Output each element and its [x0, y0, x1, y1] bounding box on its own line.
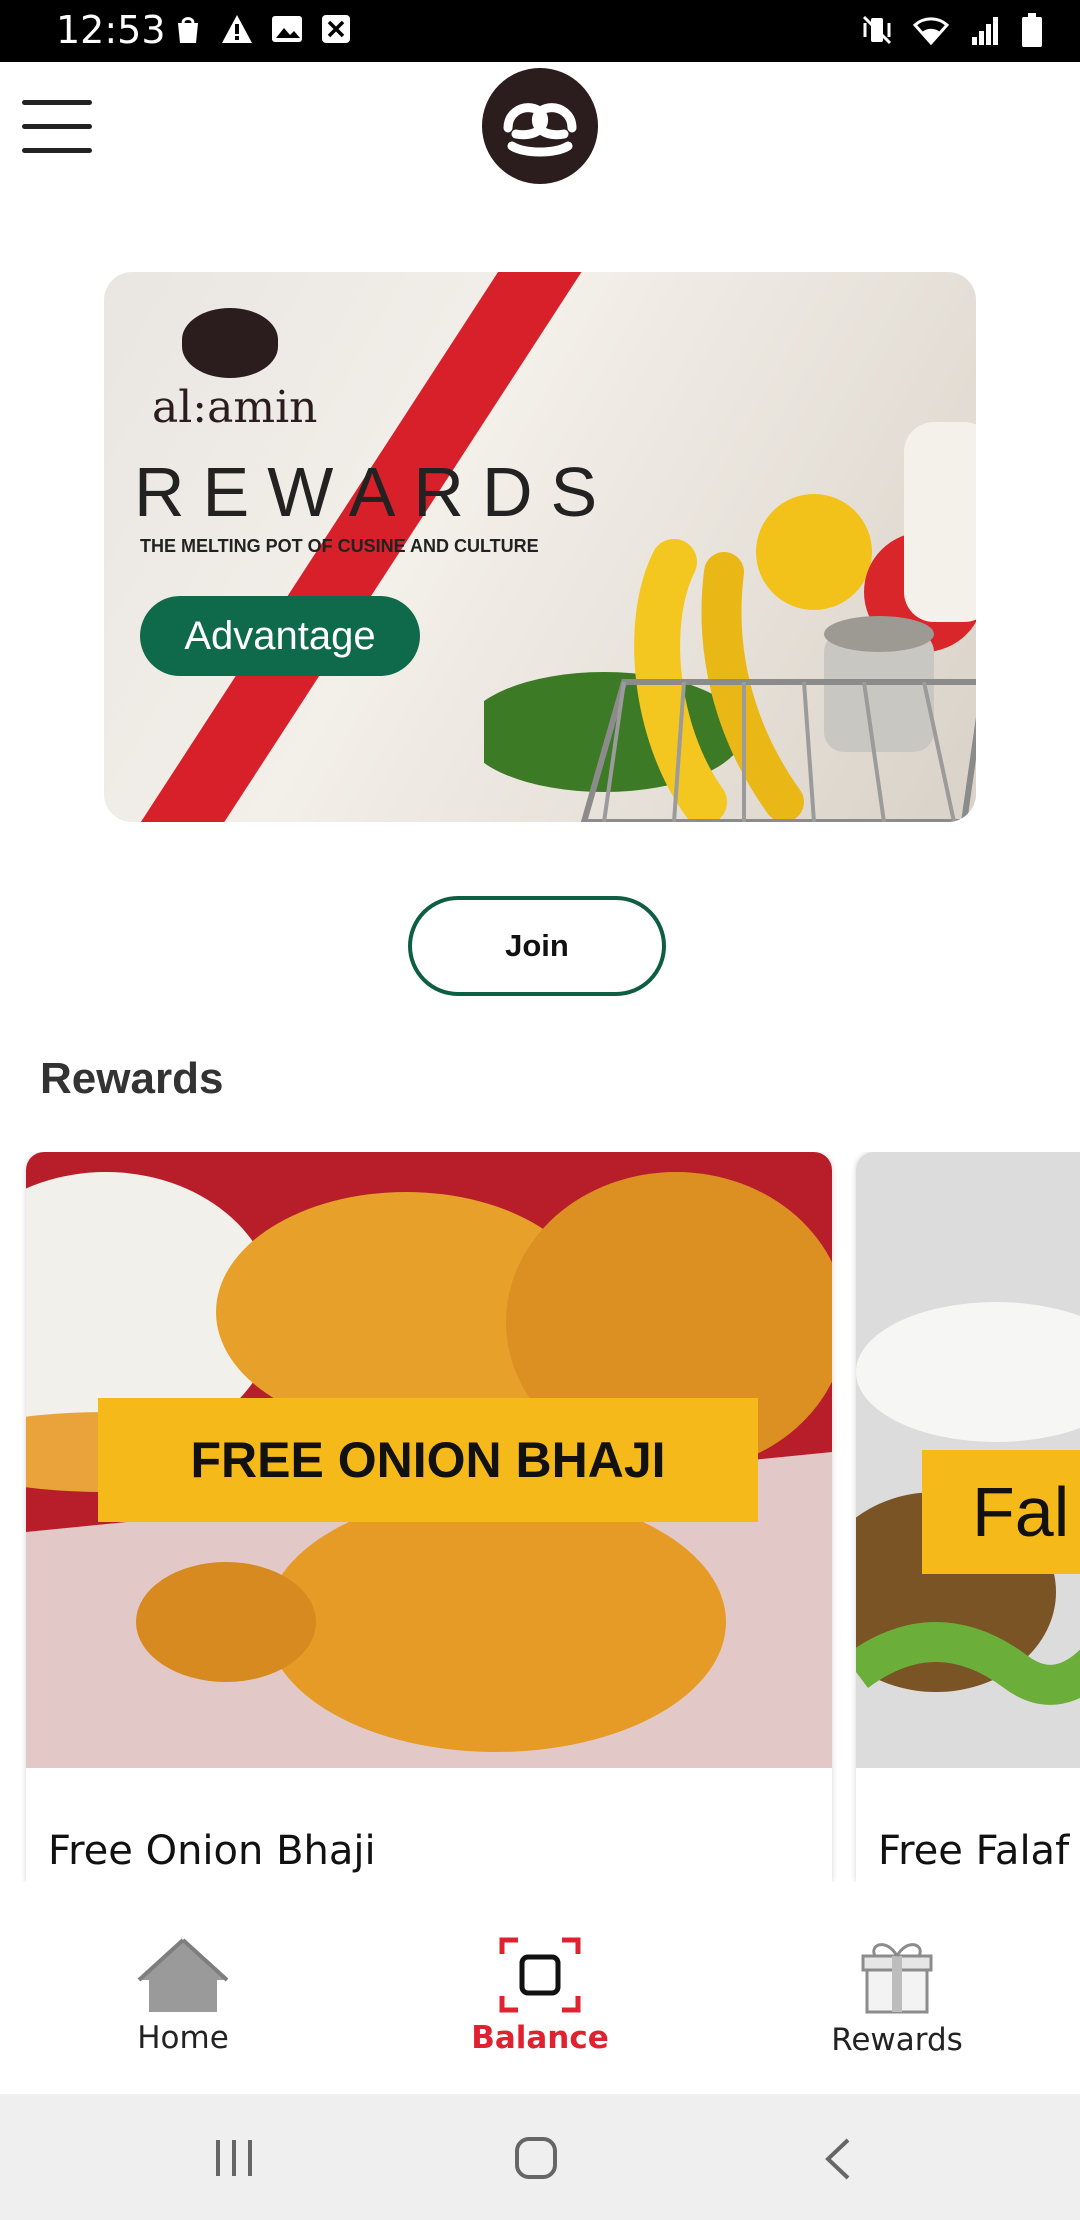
recents-icon[interactable] [212, 2138, 256, 2178]
gift-icon [861, 1943, 933, 2014]
reward-image-label: Fal [922, 1450, 1080, 1574]
reward-card-name: Free Falaf [878, 1828, 1070, 1874]
back-icon[interactable] [822, 2136, 854, 2182]
banner-brand: al:amin [152, 382, 318, 433]
status-bar: 12:53 [0, 0, 1080, 62]
signal-icon [972, 17, 998, 45]
banner-tagline: THE MELTING POT OF CUSINE AND CULTURE [140, 536, 539, 556]
nav-home[interactable]: Home [63, 1936, 303, 2094]
reward-card[interactable]: Fal Free Falaf [856, 1152, 1080, 1882]
nav-home-label: Home [137, 2020, 229, 2056]
join-button[interactable]: Join [408, 896, 666, 996]
app-bar [0, 62, 1080, 192]
status-icons-right [860, 12, 1044, 48]
home-icon [137, 1938, 229, 2012]
shopping-bag-icon [178, 17, 198, 43]
rewards-section-title: Rewards [40, 1054, 224, 1103]
nav-rewards[interactable]: Rewards [777, 1936, 1017, 2094]
rewards-carousel[interactable]: FREE ONION BHAJI Free Onion Bhaji Fal Fr… [0, 1152, 1080, 1882]
reward-image-label: FREE ONION BHAJI [98, 1398, 758, 1522]
nav-balance[interactable]: Balance [420, 1936, 660, 2094]
nav-rewards-label: Rewards [831, 2022, 963, 2058]
close-box-icon [322, 15, 350, 43]
banner-title: REWARDS [134, 453, 616, 531]
nav-balance-label: Balance [471, 2020, 609, 2056]
banner-logo-icon [182, 308, 278, 378]
image-icon [272, 16, 302, 42]
rewards-banner: al:amin REWARDS THE MELTING POT OF CUSIN… [104, 272, 976, 822]
status-time: 12:53 [56, 8, 166, 52]
status-icons-left [172, 13, 352, 45]
scan-frame-icon [499, 1937, 581, 2013]
hamburger-menu-icon[interactable] [22, 100, 92, 154]
warning-icon [222, 15, 252, 43]
vibrate-mute-icon [862, 15, 892, 45]
reward-card-name: Free Onion Bhaji [48, 1828, 376, 1874]
al-amin-logo [482, 68, 598, 184]
bottom-navigation: Home Balance Rewards [0, 1936, 1080, 2094]
battery-icon [1022, 13, 1042, 47]
system-navigation-bar [0, 2094, 1080, 2220]
advantage-badge: Advantage [140, 596, 420, 676]
wifi-icon [912, 17, 950, 46]
home-circle-icon[interactable] [512, 2134, 560, 2182]
reward-card[interactable]: FREE ONION BHAJI Free Onion Bhaji [26, 1152, 832, 1882]
